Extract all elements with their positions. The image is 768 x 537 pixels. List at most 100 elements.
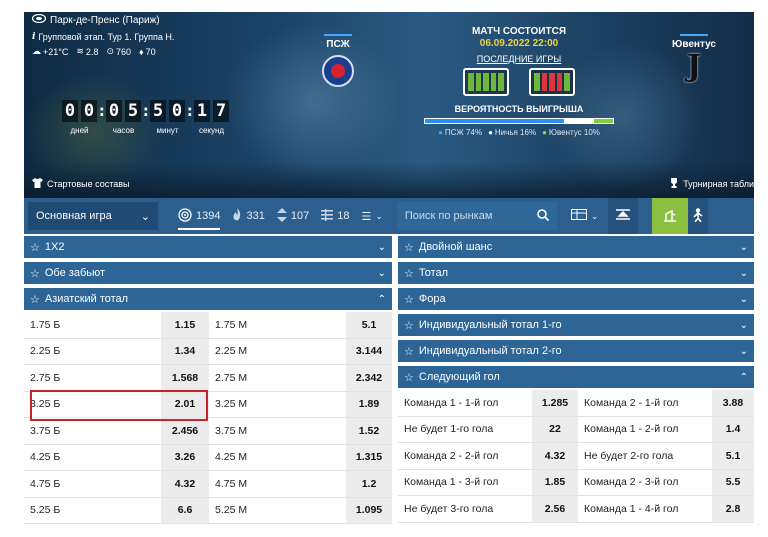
countdown-hours: 05 часов <box>106 100 141 135</box>
table-row: Не будет 3-го гола 2.56 Команда 1 - 4-й го… <box>398 496 754 523</box>
chevron-down-icon: ⌄ <box>739 293 748 305</box>
market-title: 1Х2 <box>44 241 65 253</box>
chevron-down-icon: ⌄ <box>739 241 748 253</box>
odd-button[interactable]: 2.456 <box>161 418 209 444</box>
list-view-toggle[interactable]: ☰ ⌄ <box>361 210 382 223</box>
match-date: 06.09.2022 22:00 <box>479 38 559 49</box>
star-icon[interactable]: ☆ <box>404 267 414 280</box>
market-header-asian-total[interactable]: ☆ Азиатский тотал ⌃ <box>24 288 392 310</box>
odd-button[interactable]: 4.32 <box>532 443 578 469</box>
venue: Парк-де-Пренс (Париж) <box>31 13 160 26</box>
odd-button[interactable]: 1.89 <box>346 391 392 417</box>
odd-button[interactable]: 1.285 <box>532 390 578 416</box>
filter-stats[interactable]: 18 <box>321 208 349 224</box>
table-row: Команда 1 - 1-й гол 1.285 Команда 2 - 1-й … <box>398 390 754 417</box>
layout-toggle[interactable]: ⌄ <box>570 209 598 223</box>
odd-button[interactable]: 1.34 <box>161 338 209 364</box>
star-icon[interactable]: ☆ <box>30 293 40 306</box>
market-header-total[interactable]: ☆ Тотал ⌄ <box>398 262 754 284</box>
odd-button[interactable]: 6.6 <box>161 497 209 523</box>
star-icon[interactable]: ☆ <box>30 241 40 254</box>
filter-all[interactable]: 1394 <box>178 207 221 230</box>
away-form-chart[interactable] <box>529 68 575 96</box>
filter-movers[interactable]: 107 <box>276 207 309 225</box>
humidity: 70 <box>145 46 156 57</box>
table-row: Не будет 1-го гола 22 Команда 1 - 2-й гол 1… <box>398 416 754 443</box>
odd-button[interactable]: 1.2 <box>346 471 392 497</box>
popular-count: 331 <box>246 210 265 222</box>
odd-button[interactable]: 2.8 <box>712 496 754 522</box>
odd-button[interactable]: 3.26 <box>161 444 209 470</box>
market-header-both-score[interactable]: ☆ Обе забьют ⌄ <box>24 262 392 284</box>
market-title: Обе забьют <box>44 267 106 279</box>
odd-button[interactable]: 2.342 <box>346 365 392 391</box>
chevron-up-icon: ⌃ <box>739 371 748 383</box>
star-icon[interactable]: ☆ <box>30 267 40 280</box>
outcome-name: 1.75 Б <box>30 318 61 331</box>
away-team-accent <box>680 34 708 36</box>
away-team[interactable]: Ювентус J <box>664 34 724 84</box>
probability-home <box>425 119 565 123</box>
odd-button[interactable]: 1.4 <box>712 416 754 442</box>
outcome-name: Команда 1 - 2-й гол <box>584 423 679 436</box>
odd-button[interactable]: 5.5 <box>712 469 754 495</box>
filter-popular[interactable]: 331 <box>232 208 265 224</box>
humidity-icon: ♦ <box>139 46 144 57</box>
star-icon[interactable]: ☆ <box>404 319 414 332</box>
outcome-name: 3.25 Б <box>30 398 61 411</box>
odd-button[interactable]: 1.095 <box>346 497 392 523</box>
market-title: Фора <box>418 293 446 305</box>
lineups-link[interactable]: Стартовые составы <box>32 178 130 190</box>
chevron-down-icon: ⌄ <box>140 210 150 223</box>
odd-button[interactable]: 1.15 <box>161 312 209 338</box>
home-form-chart[interactable] <box>463 68 509 96</box>
market-search-input[interactable]: Поиск по рынкам <box>396 202 557 230</box>
star-icon[interactable]: ☆ <box>404 293 414 306</box>
odd-button[interactable]: 1.52 <box>346 418 392 444</box>
odd-button[interactable]: 3.88 <box>712 390 754 416</box>
game-type-select[interactable]: Основная игра ⌄ <box>28 202 158 230</box>
game-type-value: Основная игра <box>36 210 112 222</box>
temperature: +21°C <box>43 46 69 57</box>
collapse-button[interactable] <box>608 198 639 234</box>
market-header-individual-total-2[interactable]: ☆ Индивидуальный тотал 2-го ⌄ <box>398 340 754 362</box>
chevron-down-icon: ⌄ <box>377 241 386 253</box>
outcome-name: 4.25 Б <box>30 451 61 464</box>
odd-button[interactable]: 1.85 <box>532 469 578 495</box>
outcome-name: 5.25 Б <box>30 504 61 517</box>
juventus-logo-icon: J <box>686 49 702 84</box>
background-shade <box>24 162 754 198</box>
pressure: 760 <box>115 46 132 57</box>
odd-button[interactable]: 5.1 <box>712 443 754 469</box>
form-win <box>534 73 540 91</box>
odd-button[interactable]: 1.315 <box>346 444 392 470</box>
outcome-name: 2.75 Б <box>30 371 61 384</box>
star-icon[interactable]: ☆ <box>404 371 414 384</box>
odd-button[interactable]: 4.32 <box>161 471 209 497</box>
market-header-individual-total-1[interactable]: ☆ Индивидуальный тотал 1-го ⌄ <box>398 314 754 336</box>
outcome-name: 3.75 Б <box>30 424 61 437</box>
star-icon[interactable]: ☆ <box>404 241 414 254</box>
standings-link[interactable]: Турнирная табли <box>669 178 754 190</box>
info-icon: i <box>32 32 36 42</box>
odd-button[interactable]: 22 <box>532 416 578 442</box>
shirt-icon <box>32 178 43 190</box>
odd-button[interactable]: 5.1 <box>346 312 392 338</box>
player-icon <box>692 207 704 225</box>
outcome-name: 3.75 М <box>215 424 248 437</box>
stadium-view-button[interactable] <box>652 198 689 234</box>
odd-button[interactable]: 2.01 <box>161 391 209 417</box>
market-header-next-goal[interactable]: ☆ Следующий гол ⌃ <box>398 366 754 388</box>
odd-button[interactable]: 3.144 <box>346 338 392 364</box>
market-header-handicap[interactable]: ☆ Фора ⌄ <box>398 288 754 310</box>
odd-button[interactable]: 1.568 <box>161 365 209 391</box>
player-view-button[interactable] <box>688 198 709 234</box>
home-team[interactable]: ПСЖ <box>310 34 366 87</box>
outcome-name: Не будет 2-го гола <box>584 449 674 462</box>
star-icon[interactable]: ☆ <box>404 345 414 358</box>
market-header-double-chance[interactable]: ☆ Двойной шанс ⌄ <box>398 236 754 258</box>
market-header-1x2[interactable]: ☆ 1Х2 ⌄ <box>24 236 392 258</box>
last-games-link[interactable]: ПОСЛЕДНИЕ ИГРЫ <box>424 54 614 64</box>
psg-logo-icon <box>322 55 354 87</box>
odd-button[interactable]: 2.56 <box>532 496 578 522</box>
